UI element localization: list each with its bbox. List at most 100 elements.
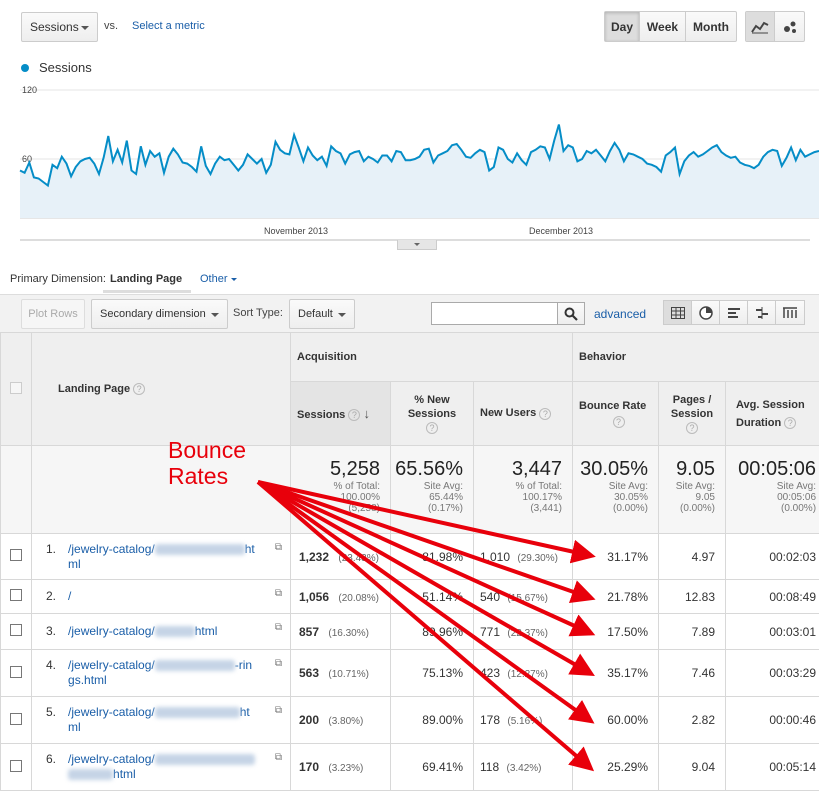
landing-page-link[interactable]: /jewelry-catalog/html — [68, 624, 268, 639]
external-link-icon[interactable]: ⧉ — [275, 703, 282, 718]
new-users-header[interactable]: New Users ? — [473, 381, 573, 446]
help-icon[interactable]: ? — [426, 421, 438, 434]
row-checkbox[interactable] — [10, 624, 22, 636]
search-icon[interactable] — [558, 302, 585, 325]
table-row: 4. /jewelry-catalog/ -rin gs.html ⧉ 563 (10.… — [0, 649, 819, 697]
new-sessions-header[interactable]: % New Sessions? — [390, 381, 474, 446]
row-checkbox[interactable] — [10, 665, 22, 678]
total-pages-session-cell: 9.05 Site Avg: 9.05 (0.00%) — [658, 445, 726, 534]
plot-rows-button[interactable]: Plot Rows — [21, 299, 85, 329]
redacted-path — [68, 769, 114, 781]
row-index: 4. — [46, 658, 57, 672]
performance-icon[interactable] — [720, 301, 748, 324]
sessions-value: 1,232 — [299, 549, 330, 564]
advanced-filter-link[interactable]: advanced — [594, 307, 646, 321]
new-users-header-label: New Users — [480, 407, 537, 420]
line-chart-icon[interactable] — [746, 12, 775, 41]
sort-type-dropdown[interactable]: Default — [289, 299, 355, 329]
landing-page-path: /jewelry-catalog/ — [68, 658, 155, 672]
new-users-pct: (5.16%) — [507, 716, 543, 727]
external-link-icon[interactable]: ⧉ — [275, 620, 282, 635]
pages-session-cell: 7.46 — [658, 649, 726, 697]
data-table-icon[interactable] — [664, 301, 692, 324]
chevron-down-icon — [81, 26, 89, 30]
total-avg-duration: 00:05:06 — [738, 458, 817, 480]
landing-page-path-cont: -rin — [234, 658, 253, 672]
avg-duration-cell: 00:05:14 — [724, 743, 819, 791]
help-icon[interactable]: ? — [348, 409, 361, 422]
external-link-icon[interactable]: ⧉ — [275, 586, 282, 601]
redacted-path — [154, 543, 245, 555]
external-link-icon[interactable]: ⧉ — [275, 656, 282, 671]
row-checkbox[interactable] — [10, 589, 22, 601]
total-new-sessions: 65.56% — [395, 458, 463, 480]
bounce-rate-cell: 17.50% — [572, 613, 659, 650]
landing-page-link[interactable]: /jewelry-catalog/html — [68, 542, 268, 572]
row-checkbox[interactable] — [10, 549, 22, 561]
external-link-icon[interactable]: ⧉ — [275, 540, 282, 555]
select-metric-link[interactable]: Select a metric — [132, 20, 205, 32]
day-button[interactable]: Day — [605, 12, 640, 41]
help-icon[interactable]: ? — [686, 421, 698, 434]
select-all-cell — [0, 332, 32, 446]
landing-page-table: Landing Page ? Acquisition Behavior Sess… — [0, 332, 819, 791]
table-search-input[interactable] — [431, 302, 558, 325]
sessions-chart: 120 60 November 2013 December 2013 — [19, 85, 819, 241]
primary-dimension-landing-page[interactable]: Landing Page — [110, 273, 182, 285]
comparison-icon[interactable] — [748, 301, 776, 324]
sessions-header-label: Sessions — [297, 408, 346, 421]
total-sessions-cell: 5,258% of Total: 100.00% (5,258) — [290, 445, 391, 534]
pivot-icon[interactable] — [776, 301, 804, 324]
row-index: 2. — [46, 589, 57, 603]
motion-chart-icon[interactable] — [775, 12, 804, 41]
select-all-checkbox[interactable] — [10, 381, 22, 394]
chart-legend: Sessions — [21, 60, 92, 75]
secondary-dimension-dropdown[interactable]: Secondary dimension — [91, 299, 228, 329]
redacted-path — [154, 754, 255, 766]
landing-page-link[interactable]: /jewelry-catalog/html — [68, 752, 268, 782]
avg-duration-header[interactable]: Avg. Session Duration ? — [724, 381, 819, 446]
total-pages-session: 9.05 — [676, 458, 715, 480]
bounce-rate-cell: 35.17% — [572, 649, 659, 697]
landing-page-path: /jewelry-catalog/ — [68, 705, 155, 719]
landing-page-link[interactable]: / — [68, 589, 268, 604]
table-row: 3. /jewelry-catalog/html ⧉ 857 (16.30%) 89… — [0, 613, 819, 650]
redacted-path — [154, 707, 240, 719]
landing-page-link[interactable]: /jewelry-catalog/ -rin gs.html — [68, 658, 268, 688]
table-row: 6. /jewelry-catalog/html ⧉ 170 (3.23%) 69.… — [0, 743, 819, 791]
row-checkbox[interactable] — [10, 712, 22, 725]
pages-session-header[interactable]: Pages / Session? — [658, 381, 726, 446]
bounce-rate-header-label: Bounce Rate — [579, 399, 647, 412]
help-icon[interactable]: ? — [612, 415, 625, 428]
sessions-cell: 857 (16.30%) — [290, 613, 391, 650]
primary-dimension-other[interactable]: Other — [200, 273, 237, 285]
metric-dropdown[interactable]: Sessions — [21, 12, 98, 42]
vs-label: vs. — [104, 20, 119, 32]
total-bounce-rate-cell: 30.05% Site Avg: 30.05% (0.00%) — [572, 445, 659, 534]
landing-page-link[interactable]: /jewelry-catalog/html — [68, 705, 268, 735]
total-avg-duration-cell: 00:05:06 Site Avg: 00:05:06 (0.00%) — [724, 445, 819, 534]
bounce-rate-header[interactable]: Bounce Rate? — [572, 381, 659, 446]
help-icon[interactable]: ? — [539, 407, 552, 420]
help-icon[interactable]: ? — [133, 383, 146, 396]
landing-page-header[interactable]: Landing Page ? — [31, 332, 291, 446]
bounce-rate-cell: 31.17% — [572, 533, 659, 580]
month-button[interactable]: Month — [686, 12, 736, 41]
new-users-cell: 118 (3.42%) — [473, 743, 573, 791]
chart-collapse-toggle[interactable] — [397, 240, 437, 250]
landing-page-path: / — [68, 589, 72, 603]
landing-page-path-cont: html — [194, 624, 218, 638]
acquisition-group-header: Acquisition — [290, 332, 573, 382]
sessions-value: 170 — [299, 760, 320, 774]
external-link-icon[interactable]: ⧉ — [275, 750, 282, 765]
pie-chart-icon[interactable] — [692, 301, 720, 324]
sort-arrow-down-icon: ↓ — [363, 405, 370, 421]
help-icon[interactable]: ? — [784, 416, 797, 429]
new-sessions-cell: 89.96% — [390, 613, 474, 650]
row-checkbox[interactable] — [10, 759, 22, 772]
sessions-pct: (16.30%) — [328, 627, 369, 639]
new-sessions-cell: 51.14% — [390, 579, 474, 614]
week-button[interactable]: Week — [640, 12, 686, 41]
sessions-header[interactable]: Sessions ? ↓ — [290, 381, 391, 446]
sessions-pct: (3.80%) — [328, 716, 364, 727]
